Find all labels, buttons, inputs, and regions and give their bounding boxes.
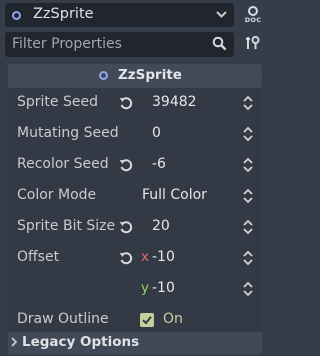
- property-label: Color Mode: [17, 187, 97, 203]
- legacy-options-group[interactable]: Legacy Options: [8, 332, 262, 354]
- doc-search-icon: [248, 6, 258, 16]
- revert-icon[interactable]: [119, 251, 133, 269]
- property-row-offset-x: Offset x -10: [8, 243, 262, 274]
- property-value[interactable]: 20: [152, 218, 170, 234]
- open-docs-button[interactable]: DOC: [239, 2, 267, 28]
- spin-arrows-icon[interactable]: [242, 188, 254, 208]
- property-value[interactable]: -6: [152, 156, 166, 172]
- object-selector[interactable]: ZzSprite: [5, 3, 234, 27]
- node-circle-icon: [12, 11, 21, 20]
- property-row-offset-y: y -10: [8, 274, 262, 305]
- properties-panel: Sprite Seed 39482 Mutating Seed 0 Recolo…: [8, 88, 262, 332]
- section-header[interactable]: ZzSprite: [8, 64, 262, 88]
- chevron-right-icon: [10, 336, 18, 352]
- section-title: ZzSprite: [118, 67, 182, 83]
- color-mode-select[interactable]: Full Color: [142, 187, 207, 203]
- filter-properties-input[interactable]: Filter Properties: [5, 32, 234, 57]
- search-icon: [212, 36, 227, 55]
- property-row-sprite-bit-size: Sprite Bit Size 20: [8, 212, 262, 243]
- property-row-recolor-seed: Recolor Seed -6: [8, 150, 262, 181]
- property-label: Sprite Bit Size: [17, 218, 116, 234]
- property-label: Mutating Seed: [17, 125, 119, 141]
- inspector-header: ZzSprite DOC: [0, 0, 272, 30]
- revert-icon[interactable]: [119, 158, 133, 176]
- spin-arrows-icon[interactable]: [242, 95, 254, 115]
- node-circle-icon: [99, 71, 108, 80]
- filter-placeholder: Filter Properties: [12, 36, 122, 52]
- property-label: Draw Outline: [17, 311, 109, 327]
- spin-arrows-icon[interactable]: [242, 219, 254, 239]
- spin-arrows-icon[interactable]: [242, 126, 254, 146]
- chevron-down-icon: [216, 8, 227, 24]
- draw-outline-checkbox[interactable]: [140, 313, 154, 327]
- spin-arrows-icon[interactable]: [242, 281, 254, 301]
- property-label: Sprite Seed: [17, 94, 98, 110]
- spin-arrows-icon[interactable]: [242, 250, 254, 270]
- offset-x-value[interactable]: -10: [152, 249, 175, 265]
- property-row-mutating-seed: Mutating Seed 0: [8, 119, 262, 150]
- axis-x-label: x: [141, 249, 149, 265]
- object-name: ZzSprite: [33, 6, 94, 22]
- legacy-options-label: Legacy Options: [22, 334, 140, 350]
- property-label: Recolor Seed: [17, 156, 109, 172]
- offset-y-value[interactable]: -10: [152, 280, 175, 296]
- property-label: Offset: [17, 249, 60, 265]
- draw-outline-value: On: [163, 311, 183, 327]
- property-value[interactable]: 39482: [152, 94, 197, 110]
- property-row-sprite-seed: Sprite Seed 39482: [8, 88, 262, 119]
- property-value[interactable]: 0: [152, 125, 161, 141]
- axis-y-label: y: [141, 280, 149, 296]
- spin-arrows-icon[interactable]: [242, 157, 254, 177]
- revert-icon[interactable]: [119, 96, 133, 114]
- property-tools-icon[interactable]: [244, 35, 260, 55]
- revert-icon[interactable]: [119, 220, 133, 238]
- doc-label: DOC: [244, 16, 262, 24]
- property-row-color-mode: Color Mode Full Color: [8, 181, 262, 212]
